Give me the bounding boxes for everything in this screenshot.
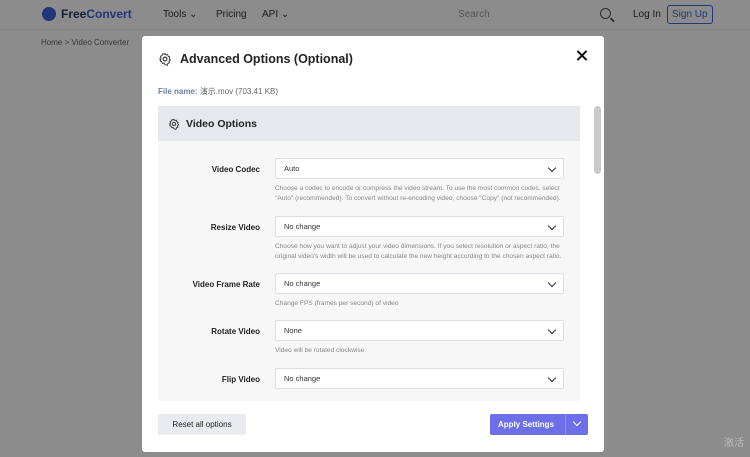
gear-icon [159, 52, 171, 66]
option-help: Change FPS (frames per second) of video [275, 300, 399, 308]
section-title: Video Options [186, 117, 257, 130]
option-rotate-video: Rotate Video None Video will be rotated … [158, 320, 580, 356]
select-value: No change [284, 373, 321, 383]
chevron-down-icon [547, 373, 557, 383]
chevron-down-icon[interactable] [566, 414, 588, 435]
file-name-value: 演示.mov (703.41 KB) [199, 87, 279, 96]
option-label: Video Frame Rate [192, 280, 260, 290]
modal-title: Advanced Options (Optional) [180, 52, 353, 66]
option-flip-video: Flip Video No change [158, 367, 580, 389]
chevron-down-icon [547, 278, 557, 288]
activation-watermark: 激活 [724, 438, 744, 449]
select-value: No change [284, 221, 321, 231]
chevron-down-icon [547, 326, 557, 335]
file-name-label: File name: [158, 87, 198, 96]
option-help: Video will be rotated clockwise. [275, 347, 367, 355]
flip-video-select[interactable]: No change [275, 367, 564, 389]
select-value: No change [284, 279, 321, 289]
apply-settings-button[interactable]: Apply Settings [490, 414, 588, 435]
option-resize-video: Resize Video No change Choose how you wa… [158, 215, 580, 263]
section-header: Video Options [158, 106, 580, 141]
option-video-codec: Video Codec Auto Choose a codec to encod… [158, 158, 580, 205]
frame-rate-select[interactable]: No change [275, 273, 564, 295]
options-scroll-area[interactable]: Video Options Video Codec Auto Choose a … [158, 106, 580, 401]
resize-video-select[interactable]: No change [275, 215, 564, 237]
option-label: Flip Video [221, 374, 260, 384]
advanced-options-modal: Advanced Options (Optional) File name: 演… [142, 36, 604, 452]
apply-settings-label: Apply Settings [498, 420, 555, 429]
video-codec-select[interactable]: Auto [275, 158, 564, 179]
option-frame-rate: Video Frame Rate No change Change FPS (f… [158, 273, 580, 309]
file-name: File name: 演示.mov (703.41 KB) [158, 86, 278, 97]
reset-all-options-button[interactable]: Reset all options [158, 414, 246, 435]
option-help: Choose how you want to adjust your video… [275, 242, 562, 260]
modal-header: Advanced Options (Optional) [158, 52, 353, 66]
option-label: Resize Video [210, 222, 260, 232]
chevron-down-icon [547, 163, 557, 173]
modal-scrollbar[interactable] [594, 106, 601, 174]
option-label: Video Codec [211, 165, 260, 174]
select-value: Auto [284, 164, 300, 173]
close-icon[interactable] [574, 48, 590, 64]
rotate-video-select[interactable]: None [275, 320, 564, 342]
gear-icon [168, 118, 180, 130]
chevron-down-icon [547, 221, 557, 230]
option-label: Rotate Video [211, 327, 260, 337]
select-value: None [284, 326, 302, 336]
option-help: Choose a codec to encode or compress the… [275, 185, 561, 203]
